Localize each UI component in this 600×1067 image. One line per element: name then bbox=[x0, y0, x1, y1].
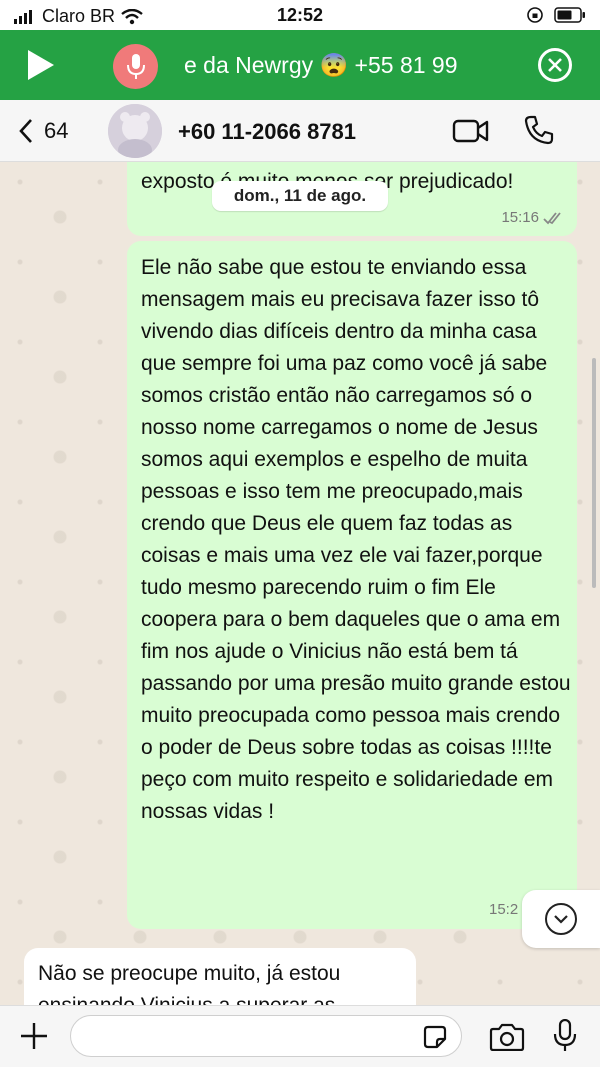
date-separator: dom., 11 de ago. bbox=[212, 181, 388, 211]
message-composer bbox=[0, 1005, 600, 1067]
message-time: 15:16 bbox=[501, 209, 539, 226]
mic-input-icon[interactable] bbox=[553, 1019, 577, 1053]
camera-icon[interactable] bbox=[489, 1023, 525, 1051]
message-time: 15:2 bbox=[489, 901, 519, 918]
outgoing-message-bubble[interactable]: Ele não sabe que estou te enviando essa … bbox=[127, 241, 577, 929]
mic-icon bbox=[126, 53, 145, 79]
orientation-lock-icon bbox=[527, 7, 543, 23]
scrollbar[interactable] bbox=[592, 358, 596, 588]
end-call-button[interactable] bbox=[538, 48, 572, 82]
read-ticks-icon bbox=[543, 211, 561, 224]
sticker-icon[interactable] bbox=[422, 1024, 448, 1050]
chat-header: 64 +60 11-2066 8781 bbox=[0, 100, 600, 162]
avatar[interactable] bbox=[108, 104, 162, 158]
back-button[interactable]: 64 bbox=[18, 118, 68, 144]
ongoing-call-bar[interactable]: e da Newrgy 😨 +55 81 99 bbox=[0, 30, 600, 100]
status-bar: Claro BR 12:52 bbox=[0, 0, 600, 30]
contact-name[interactable]: +60 11-2066 8781 bbox=[178, 119, 356, 145]
mute-button[interactable] bbox=[113, 44, 158, 89]
chat-area[interactable]: exposto é muito menos ser prejudicado! 1… bbox=[0, 162, 600, 1005]
scroll-to-bottom-button[interactable] bbox=[522, 890, 600, 948]
message-text: Ele não sabe que estou te enviando essa … bbox=[141, 256, 571, 823]
video-call-icon[interactable] bbox=[452, 118, 490, 144]
scroll-down-icon bbox=[545, 903, 577, 935]
message-text: Não se preocupe muito, já estou ensinand… bbox=[38, 962, 341, 1005]
close-icon bbox=[548, 58, 562, 72]
play-icon[interactable] bbox=[22, 47, 58, 83]
status-time: 12:52 bbox=[276, 5, 324, 25]
message-input[interactable] bbox=[70, 1015, 462, 1057]
incoming-message-bubble[interactable]: Não se preocupe muito, já estou ensinand… bbox=[24, 948, 416, 1005]
unread-count: 64 bbox=[44, 118, 69, 143]
battery-icon bbox=[554, 7, 585, 23]
call-info-text: e da Newrgy 😨 +55 81 99 bbox=[184, 52, 458, 78]
plus-icon[interactable] bbox=[18, 1020, 50, 1052]
phone-icon[interactable] bbox=[523, 114, 555, 146]
avatar-image bbox=[108, 104, 162, 158]
message-meta: 15:16 bbox=[501, 209, 563, 226]
back-chevron-icon bbox=[19, 119, 32, 143]
